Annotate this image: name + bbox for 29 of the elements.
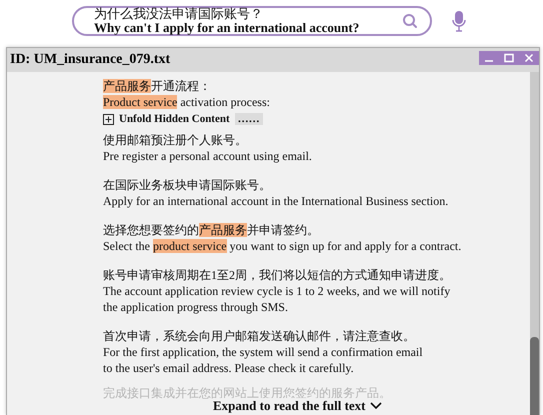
window-title: ID: UM_insurance_079.txt <box>10 52 170 68</box>
microphone-icon[interactable] <box>452 10 466 32</box>
expand-link[interactable]: Expand to read the full text <box>213 398 366 414</box>
search-query: 为什么我没法申请国际账号？ <box>94 7 264 21</box>
paragraph-line: Apply for an international account in the International Business section. <box>103 193 450 209</box>
scrollbar-thumb[interactable] <box>530 337 539 415</box>
paragraph-line: 使用邮箱预注册个人账号。 <box>103 132 248 148</box>
heading-text: Product service activation process: <box>103 94 271 110</box>
expand-plus-icon[interactable] <box>103 114 114 124</box>
scrollbar[interactable] <box>530 72 539 415</box>
unfold-link[interactable]: Unfold Hidden Content <box>119 113 230 125</box>
ellipsis-tag[interactable]: …… <box>234 113 263 125</box>
paragraph-line: 账号申请审核周期在1至2周，我们将以短信的方式通知申请进度。 <box>103 267 452 283</box>
search-icon[interactable] <box>402 13 418 29</box>
paragraph-line: to the user's email address. Please check it carefully. <box>103 360 355 376</box>
paragraph-line: 在国际业务板块申请国际账号。 <box>103 177 272 193</box>
paragraph-line: 首次申请，系统会向用户邮箱发送确认邮件，请注意查收。 <box>103 328 416 344</box>
paragraph-line: For the first application, the system will send a confirmation email <box>103 344 424 360</box>
paragraph-line: Pre register a personal account using email. <box>103 148 313 164</box>
paragraph-line: Select the product service you want to sign up for and apply for a contract. <box>103 238 462 254</box>
chevron-down-icon[interactable] <box>370 402 382 410</box>
minimize-icon[interactable] <box>479 51 499 65</box>
paragraph-line: The account application review cycle is 1 to 2 weeks, and we will notify <box>103 283 452 299</box>
heading-text: 产品服务开通流程： <box>103 78 212 94</box>
search-query: Why can't I apply for an international account? <box>94 21 360 35</box>
search-field[interactable]: 为什么我没法申请国际账号？ Why can't I apply for an international account? <box>72 6 432 36</box>
paragraph-line: 选择您想要签约的产品服务并申请签约。 <box>103 222 320 238</box>
close-icon[interactable] <box>519 51 539 65</box>
paragraph-line: the application progress through SMS. <box>103 299 289 315</box>
